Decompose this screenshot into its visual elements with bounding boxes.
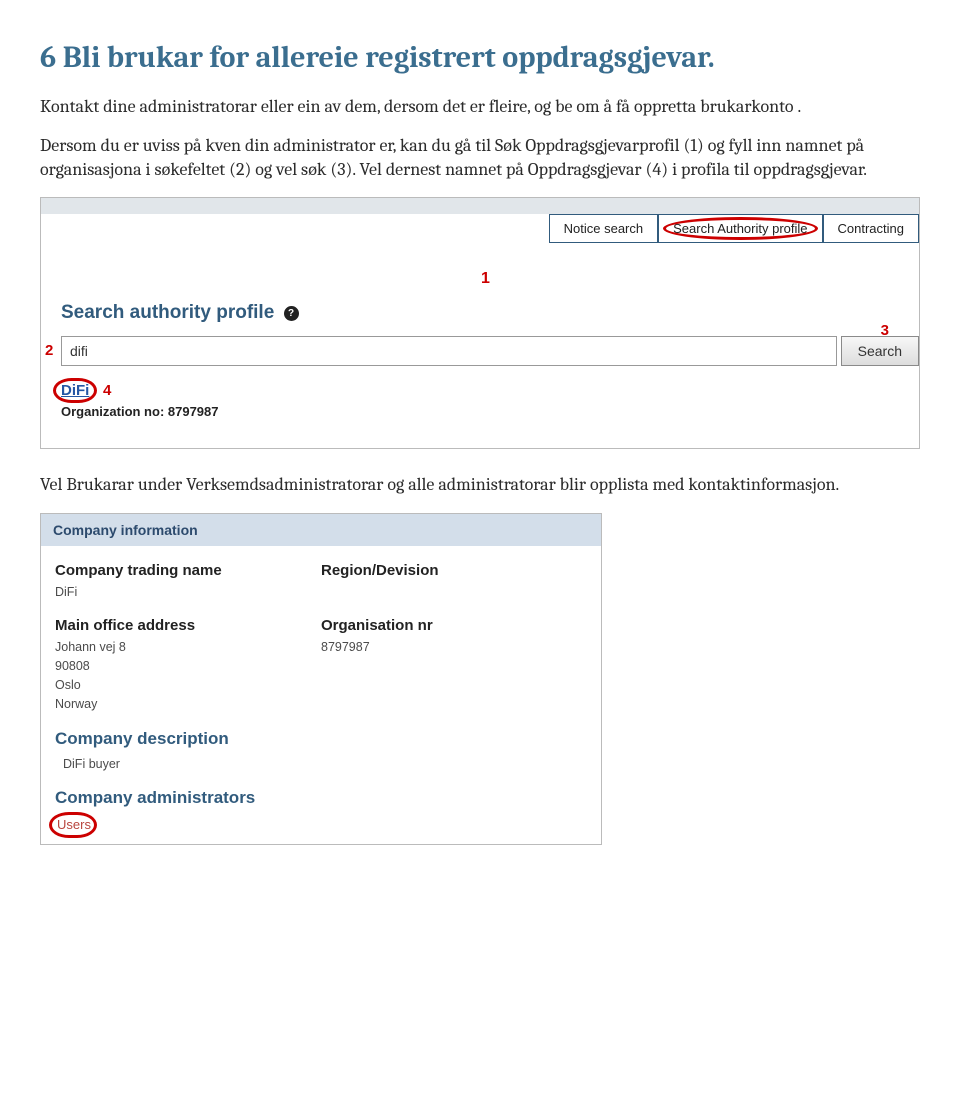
screenshot-search-authority: Notice search Search Authority profile C… xyxy=(40,197,920,449)
label-organisation-nr: Organisation nr xyxy=(321,617,587,634)
heading-company-administrators: Company administrators xyxy=(55,788,587,808)
label-main-office-address: Main office address xyxy=(55,617,321,634)
result-name-link[interactable]: DiFi xyxy=(61,382,89,399)
callout-4: 4 xyxy=(103,382,111,399)
paragraph-3: Vel Brukarar under Verksemdsadministrato… xyxy=(40,473,920,496)
search-authority-title-text: Search authority profile xyxy=(61,302,274,323)
label-company-trading-name: Company trading name xyxy=(55,562,321,579)
search-authority-title: Search authority profile ? xyxy=(61,302,299,324)
value-organisation-nr: 8797987 xyxy=(321,638,587,657)
nav-tabs: Notice search Search Authority profile C… xyxy=(549,214,919,243)
label-region-division: Region/Devision xyxy=(321,562,587,579)
users-link-highlight: Users xyxy=(57,816,91,834)
address-line-4: Norway xyxy=(55,695,321,714)
result-name-highlight: DiFi xyxy=(61,382,89,399)
screenshot-toolbar-bg xyxy=(41,198,919,214)
company-info-header: Company information xyxy=(41,514,601,546)
value-company-description: DiFi buyer xyxy=(55,755,587,774)
help-icon[interactable]: ? xyxy=(284,306,299,321)
address-line-1: Johann vej 8 xyxy=(55,638,321,657)
result-org-no: Organization no: 8797987 xyxy=(61,404,219,419)
address-line-3: Oslo xyxy=(55,676,321,695)
value-company-trading-name: DiFi xyxy=(55,583,321,602)
paragraph-2: Dersom du er uviss på kven din administr… xyxy=(40,134,920,181)
search-button[interactable]: Search xyxy=(841,336,919,366)
heading-company-description: Company description xyxy=(55,729,587,749)
search-input[interactable]: difi xyxy=(61,336,837,366)
address-line-2: 90808 xyxy=(55,657,321,676)
callout-2: 2 xyxy=(45,342,53,359)
callout-1: 1 xyxy=(481,270,490,288)
tab-search-authority-profile[interactable]: Search Authority profile xyxy=(658,214,822,243)
users-link[interactable]: Users xyxy=(57,817,91,832)
tab-notice-search[interactable]: Notice search xyxy=(549,214,658,243)
tab-contracting[interactable]: Contracting xyxy=(823,214,919,243)
search-result: DiFi xyxy=(61,382,89,399)
section-heading: 6 Bli brukar for allereie registrert opp… xyxy=(40,40,920,75)
screenshot-company-info: Company information Company trading name… xyxy=(40,513,602,846)
search-input-row: difi Search xyxy=(61,336,919,366)
paragraph-1: Kontakt dine administratorar eller ein a… xyxy=(40,95,920,118)
